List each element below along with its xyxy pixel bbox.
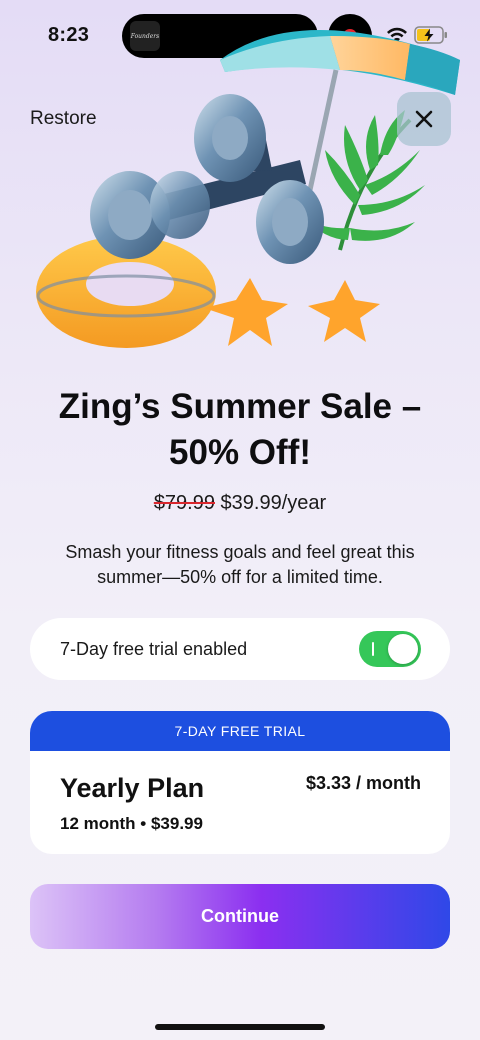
- plan-monthly-price: $3.33 / month: [305, 773, 421, 793]
- hero-illustration: [36, 30, 460, 348]
- close-button[interactable]: [397, 92, 451, 146]
- starfish-icon: [204, 278, 380, 346]
- free-trial-toggle-row[interactable]: 7-Day free trial enabled: [30, 618, 450, 680]
- offer-subtitle: Smash your fitness goals and feel great …: [65, 542, 415, 587]
- plan-name: Yearly Plan: [60, 773, 205, 803]
- free-trial-switch[interactable]: [359, 631, 421, 667]
- page-title: Zing’s Summer Sale – 50% Off!: [58, 387, 422, 472]
- free-trial-label: 7-Day free trial enabled: [60, 639, 248, 659]
- close-icon: [415, 110, 433, 128]
- restore-button[interactable]: Restore: [30, 108, 97, 130]
- dumbbell-icon: [90, 94, 324, 264]
- switch-knob: [388, 634, 418, 664]
- new-price: $39.99/year: [220, 492, 327, 514]
- plan-trial-banner: 7-DAY FREE TRIAL: [30, 711, 450, 751]
- plan-detail: 12 month • $39.99: [60, 814, 203, 833]
- price-line: $79.99 $39.99/year: [0, 492, 480, 515]
- yearly-plan-card[interactable]: 7-DAY FREE TRIAL Yearly Plan 12 month • …: [30, 711, 450, 854]
- continue-button[interactable]: Continue: [30, 884, 450, 949]
- home-indicator[interactable]: [155, 1024, 325, 1030]
- old-price: $79.99: [153, 492, 215, 514]
- switch-on-mark-icon: [372, 642, 374, 656]
